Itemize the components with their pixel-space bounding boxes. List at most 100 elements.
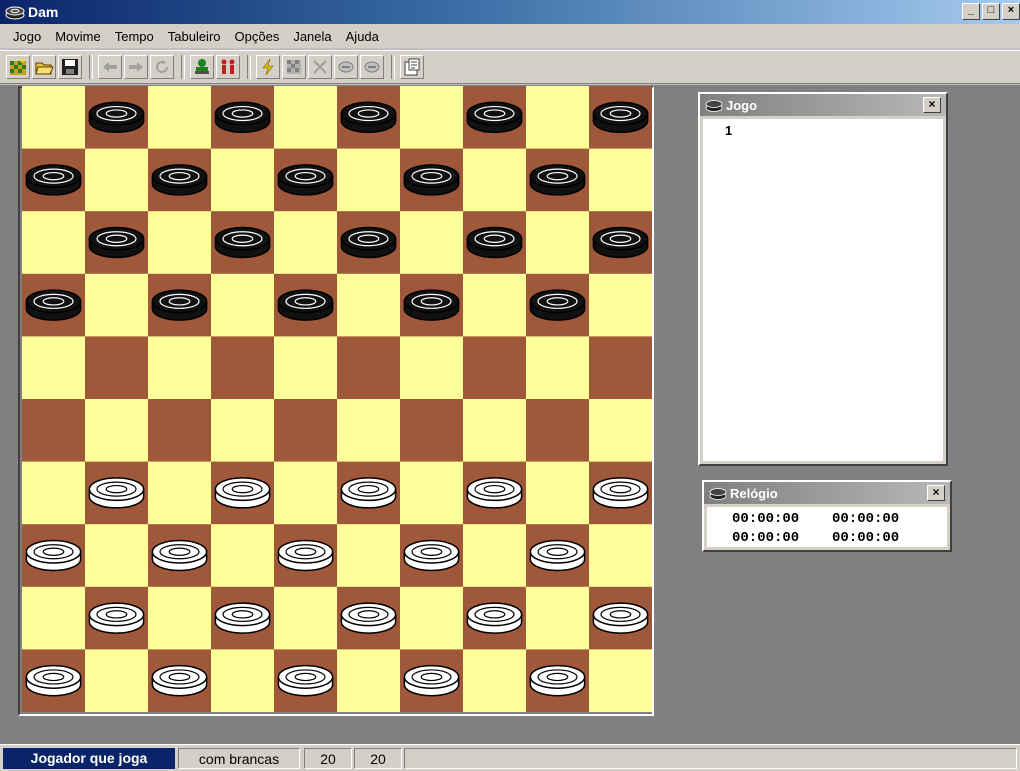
black-piece[interactable] — [88, 101, 145, 134]
white-piece[interactable] — [88, 602, 145, 634]
light-square[interactable] — [22, 86, 86, 150]
board-button[interactable] — [282, 55, 306, 79]
game-panel-close-button[interactable]: × — [923, 97, 941, 113]
redo-button[interactable] — [124, 55, 148, 79]
light-square[interactable] — [526, 461, 590, 525]
minimize-button[interactable]: _ — [962, 3, 980, 20]
dark-square[interactable] — [274, 399, 338, 463]
dark-square[interactable] — [589, 336, 652, 400]
light-square[interactable] — [148, 86, 212, 150]
black-piece[interactable] — [466, 101, 523, 134]
light-square[interactable] — [148, 461, 212, 525]
dark-square[interactable] — [400, 399, 464, 463]
light-square[interactable] — [589, 649, 652, 712]
light-square[interactable] — [463, 273, 527, 337]
white-piece[interactable] — [25, 664, 82, 697]
dark-square[interactable] — [211, 336, 275, 400]
light-square[interactable] — [400, 211, 464, 275]
light-square[interactable] — [85, 649, 149, 712]
menu-tempo[interactable]: Tempo — [108, 29, 161, 44]
light-square[interactable] — [463, 524, 527, 588]
light-square[interactable] — [337, 524, 401, 588]
light-square[interactable] — [85, 148, 149, 212]
white-piece[interactable] — [403, 664, 460, 697]
light-square[interactable] — [463, 649, 527, 712]
menu-opcoes[interactable]: Opções — [228, 29, 287, 44]
white-piece[interactable] — [277, 539, 334, 572]
dark-square[interactable] — [337, 336, 401, 400]
light-square[interactable] — [463, 148, 527, 212]
game-panel-titlebar[interactable]: Jogo × — [700, 94, 946, 116]
new-game-button[interactable] — [6, 55, 30, 79]
undo-button[interactable] — [98, 55, 122, 79]
black-piece[interactable] — [340, 226, 397, 259]
white-piece[interactable] — [277, 664, 334, 697]
white-piece[interactable] — [403, 539, 460, 572]
light-square[interactable] — [148, 211, 212, 275]
white-piece[interactable] — [592, 477, 649, 509]
light-square[interactable] — [526, 86, 590, 150]
menu-jogo[interactable]: Jogo — [6, 29, 48, 44]
light-square[interactable] — [211, 524, 275, 588]
white-piece[interactable] — [466, 477, 523, 509]
menu-ajuda[interactable]: Ajuda — [339, 29, 386, 44]
light-square[interactable] — [400, 461, 464, 525]
light-square[interactable] — [148, 336, 212, 400]
save-button[interactable] — [58, 55, 82, 79]
black-piece[interactable] — [277, 289, 334, 321]
light-square[interactable] — [85, 524, 149, 588]
black-piece[interactable] — [214, 226, 271, 259]
light-square[interactable] — [22, 211, 86, 275]
light-square[interactable] — [211, 399, 275, 463]
light-square[interactable] — [589, 399, 652, 463]
light-square[interactable] — [85, 273, 149, 337]
white-piece[interactable] — [214, 477, 271, 509]
dark-square[interactable] — [85, 336, 149, 400]
clock-panel-titlebar[interactable]: Relógio × — [704, 482, 950, 504]
white-piece[interactable] — [529, 539, 586, 572]
black-piece[interactable] — [340, 101, 397, 134]
move-list[interactable]: 1 — [703, 119, 943, 461]
light-square[interactable] — [337, 148, 401, 212]
light-square[interactable] — [589, 148, 652, 212]
rotate-button[interactable] — [150, 55, 174, 79]
white-piece[interactable] — [25, 539, 82, 572]
light-square[interactable] — [526, 211, 590, 275]
white-piece[interactable] — [214, 602, 271, 634]
white-piece[interactable] — [592, 602, 649, 634]
cancel-button[interactable] — [308, 55, 332, 79]
open-button[interactable] — [32, 55, 56, 79]
clock-panel-close-button[interactable]: × — [927, 485, 945, 501]
analyze-button[interactable] — [256, 55, 280, 79]
light-square[interactable] — [526, 336, 590, 400]
light-square[interactable] — [211, 148, 275, 212]
black-piece[interactable] — [592, 226, 649, 259]
players-button[interactable] — [216, 55, 240, 79]
light-square[interactable] — [337, 399, 401, 463]
black-piece[interactable] — [529, 164, 586, 196]
light-square[interactable] — [85, 399, 149, 463]
dark-square[interactable] — [148, 399, 212, 463]
black-piece[interactable] — [403, 289, 460, 321]
black-piece[interactable] — [88, 226, 145, 259]
white-piece[interactable] — [88, 477, 145, 509]
menu-janela[interactable]: Janela — [286, 29, 338, 44]
light-square[interactable] — [400, 336, 464, 400]
white-piece[interactable] — [466, 602, 523, 634]
light-square[interactable] — [337, 273, 401, 337]
black-piece[interactable] — [403, 164, 460, 196]
dark-square[interactable] — [526, 399, 590, 463]
light-square[interactable] — [148, 586, 212, 650]
checkers-board[interactable] — [22, 86, 652, 712]
black-piece[interactable] — [214, 101, 271, 134]
dark-square[interactable] — [463, 336, 527, 400]
black-piece[interactable] — [151, 164, 208, 196]
properties-button[interactable] — [400, 55, 424, 79]
black-piece[interactable] — [25, 164, 82, 196]
light-square[interactable] — [589, 524, 652, 588]
light-square[interactable] — [589, 273, 652, 337]
dark-square[interactable] — [22, 399, 86, 463]
black-piece[interactable] — [277, 164, 334, 196]
disc-two-button[interactable] — [360, 55, 384, 79]
close-button[interactable]: × — [1002, 3, 1020, 20]
